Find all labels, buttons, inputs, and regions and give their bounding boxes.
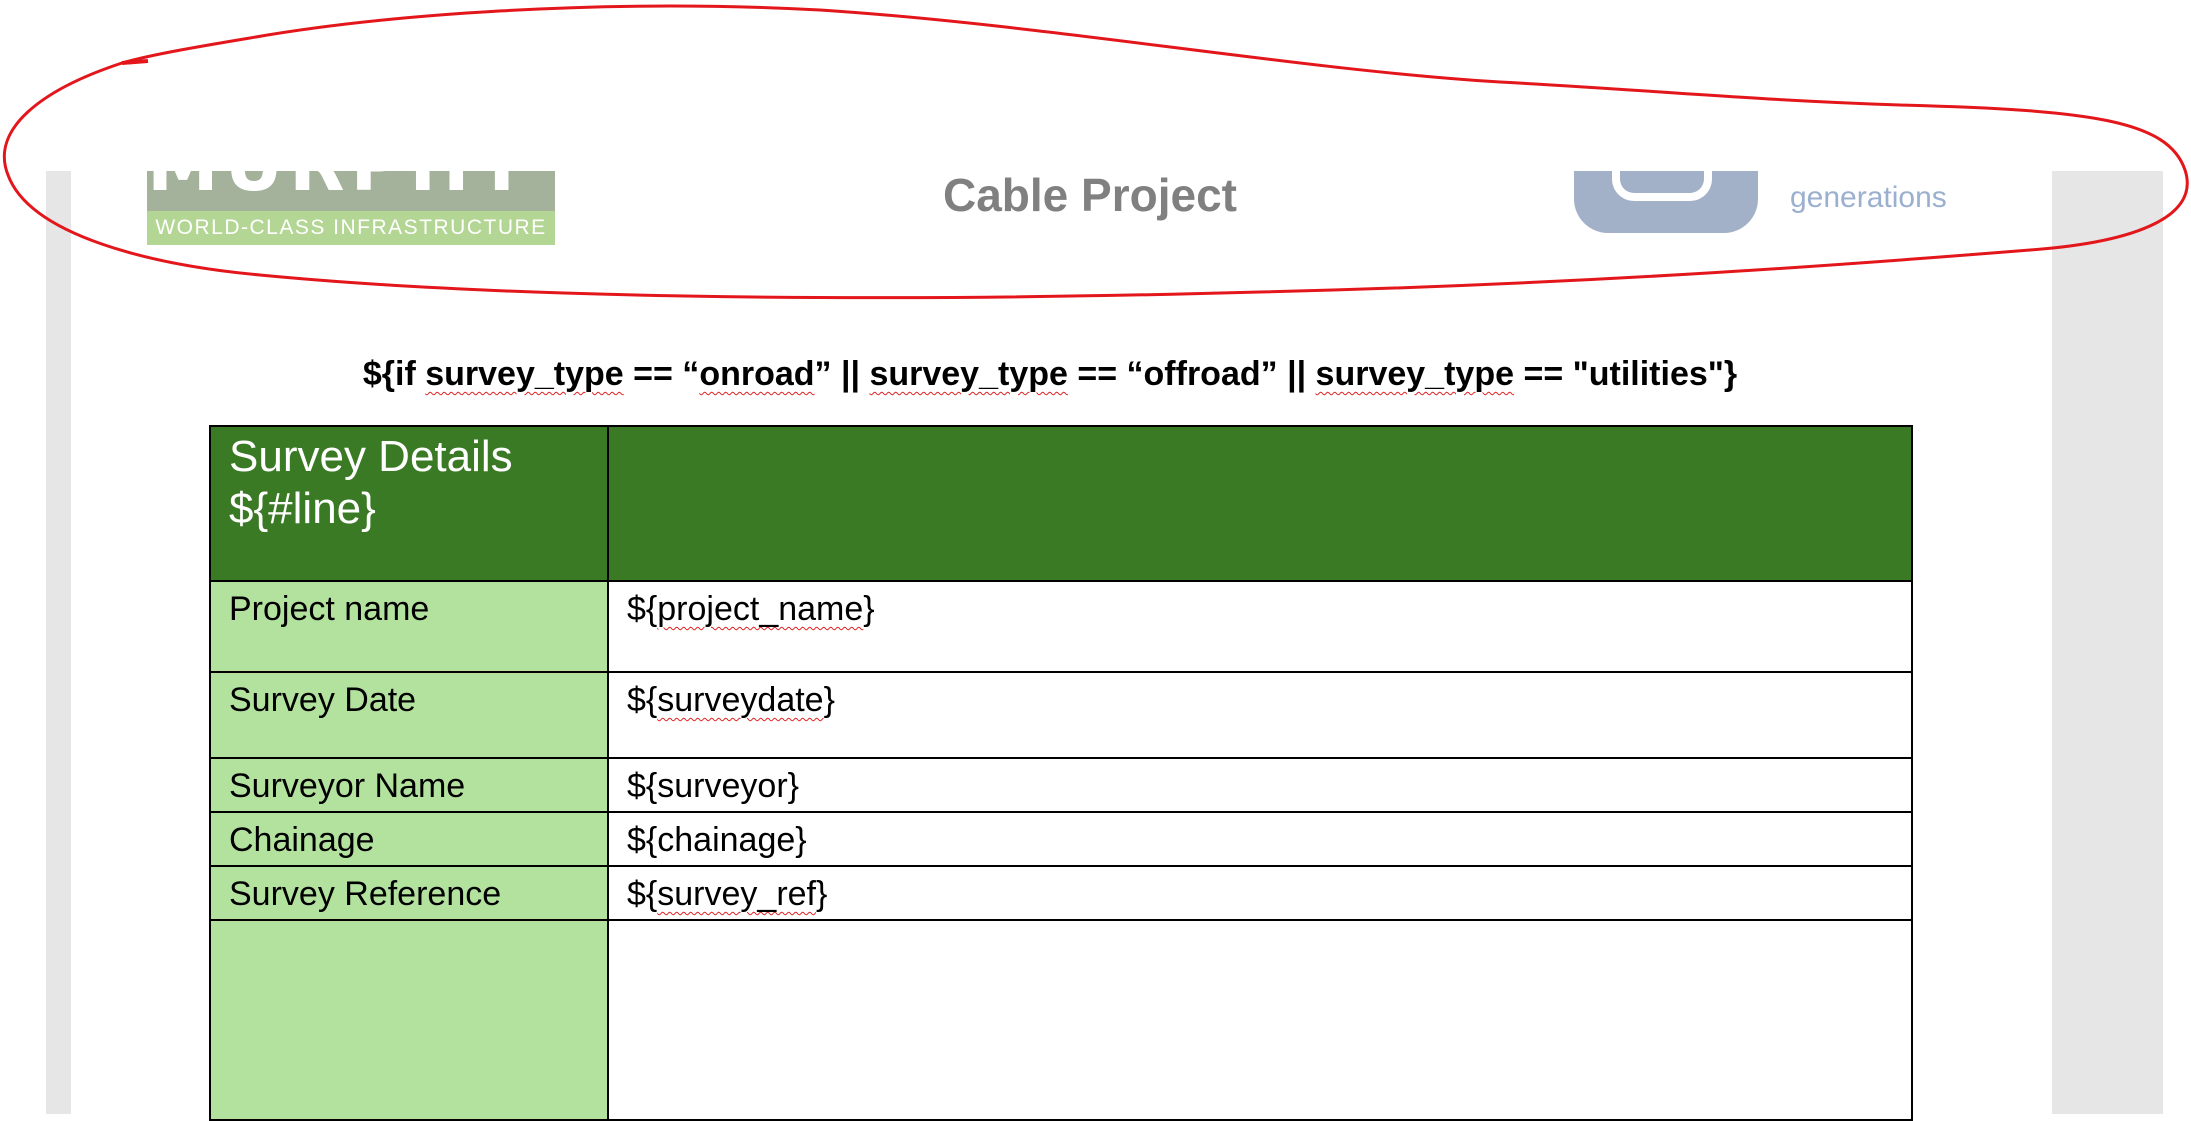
condition-operator: == “ xyxy=(623,355,700,393)
row-label: Survey Date xyxy=(209,671,609,759)
condition-variable: survey_type xyxy=(869,355,1068,393)
placeholder-name: survey_ref xyxy=(657,875,816,913)
placeholder-suffix: } xyxy=(863,590,875,628)
condition-value: onroad xyxy=(699,355,815,393)
table-row: Chainage ${chainage} xyxy=(209,811,1913,867)
table-row: Survey Reference ${survey_ref} xyxy=(209,865,1913,921)
placeholder-prefix: ${ xyxy=(627,681,658,719)
row-value: ${chainage} xyxy=(607,811,1913,867)
table-header-row: Survey Details ${#line} xyxy=(209,425,1913,582)
condition-variable: survey_type xyxy=(1315,355,1515,393)
table-row: Survey Date ${surveydate} xyxy=(209,671,1913,759)
row-label: Survey Reference xyxy=(209,865,609,921)
table-header-title: Survey Details xyxy=(229,432,513,481)
row-label-empty xyxy=(209,919,609,1121)
placeholder-suffix: } xyxy=(823,681,835,719)
company-logo-right: generations xyxy=(1570,171,1970,237)
row-label: Chainage xyxy=(209,811,609,867)
table-header-loop-tag: ${#line} xyxy=(229,484,376,533)
placeholder-prefix: ${ xyxy=(627,875,658,913)
canvas-margin-right xyxy=(2052,171,2163,1114)
table-row xyxy=(209,919,1913,1121)
company-logo-left: MURPHY WORLD-CLASS INFRASTRUCTURE xyxy=(147,171,555,245)
table-row: Project name ${project_name} xyxy=(209,580,1913,673)
placeholder-prefix: ${ xyxy=(627,590,658,628)
table-header-label: Survey Details ${#line} xyxy=(209,425,609,582)
placeholder-name: project_name xyxy=(657,590,864,628)
survey-details-table: Survey Details ${#line} Project name ${p… xyxy=(209,425,1913,1121)
row-value-empty xyxy=(607,919,1913,1121)
survey-type-condition: ${if survey_type == “onroad” || survey_t… xyxy=(150,355,1950,394)
condition-suffix: == "utilities"} xyxy=(1514,355,1738,393)
logo-badge-icon xyxy=(1574,171,1758,233)
row-value: ${project_name} xyxy=(607,580,1913,673)
row-label: Surveyor Name xyxy=(209,757,609,813)
row-label: Project name xyxy=(209,580,609,673)
document-header-title: Cable Project xyxy=(943,169,1237,221)
canvas-edge xyxy=(2163,171,2191,1114)
placeholder-name: surveydate xyxy=(657,681,824,719)
logo-wordmark: MURPHY xyxy=(147,171,555,201)
row-value: ${surveyor} xyxy=(607,757,1913,813)
table-row: Surveyor Name ${surveyor} xyxy=(209,757,1913,813)
logo-right-tagline: generations xyxy=(1790,181,1947,214)
logo-glyph-icon xyxy=(1612,171,1712,201)
row-value: ${surveydate} xyxy=(607,671,1913,759)
logo-wordmark-band: MURPHY xyxy=(147,171,555,211)
row-value: ${survey_ref} xyxy=(607,865,1913,921)
condition-separator: ” || xyxy=(814,355,870,393)
condition-variable: survey_type xyxy=(425,355,624,393)
table-header-empty-cell xyxy=(607,425,1913,582)
condition-prefix: ${if xyxy=(362,355,426,393)
condition-operator: == “offroad” || xyxy=(1067,355,1316,393)
canvas-margin-left xyxy=(46,171,71,1114)
placeholder-suffix: } xyxy=(816,875,828,913)
logo-tagline: WORLD-CLASS INFRASTRUCTURE xyxy=(147,211,555,245)
